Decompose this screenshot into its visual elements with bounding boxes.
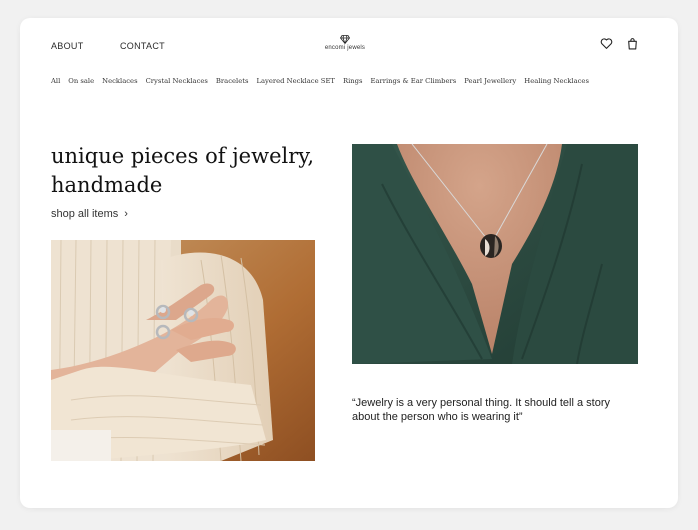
category-necklaces[interactable]: Necklaces xyxy=(102,77,137,85)
shop-all-label: shop all items xyxy=(51,208,119,220)
hand-rings-photo xyxy=(51,240,315,461)
category-earrings[interactable]: Earrings & Ear Climbers xyxy=(370,77,456,85)
category-healing-necklaces[interactable]: Healing Necklaces xyxy=(524,77,589,85)
chevron-right-icon: › xyxy=(124,208,128,220)
nav-about-link[interactable]: ABOUT xyxy=(51,41,84,51)
hero-headline: unique pieces of jewelry, handmade xyxy=(51,142,351,200)
category-pearl-jewellery[interactable]: Pearl Jewellery xyxy=(464,77,516,85)
category-nav: All On sale Necklaces Crystal Necklaces Brac… xyxy=(51,77,597,85)
bag-icon[interactable] xyxy=(626,37,640,51)
nav-contact-link[interactable]: CONTACT xyxy=(120,41,165,51)
brand-name: encomi jewels xyxy=(324,45,366,51)
category-on-sale[interactable]: On sale xyxy=(68,77,94,85)
hero-headline-line2: handmade xyxy=(51,173,163,197)
heart-icon[interactable] xyxy=(600,37,614,51)
hero-headline-line1: unique pieces of jewelry, xyxy=(51,144,315,168)
page-card: ABOUT CONTACT encomi jewels All On sale Ne… xyxy=(20,18,678,508)
brand-quote: “Jewelry is a very personal thing. It sh… xyxy=(352,397,611,423)
brand-logo[interactable]: encomi jewels xyxy=(324,35,366,51)
shop-all-link[interactable]: shop all items › xyxy=(51,208,128,220)
category-all[interactable]: All xyxy=(51,77,60,85)
category-layered-necklace-set[interactable]: Layered Necklace SET xyxy=(256,77,334,85)
category-bracelets[interactable]: Bracelets xyxy=(216,77,249,85)
diamond-icon xyxy=(340,35,350,44)
necklace-model-photo xyxy=(352,144,638,364)
category-crystal-necklaces[interactable]: Crystal Necklaces xyxy=(146,77,208,85)
category-rings[interactable]: Rings xyxy=(343,77,363,85)
